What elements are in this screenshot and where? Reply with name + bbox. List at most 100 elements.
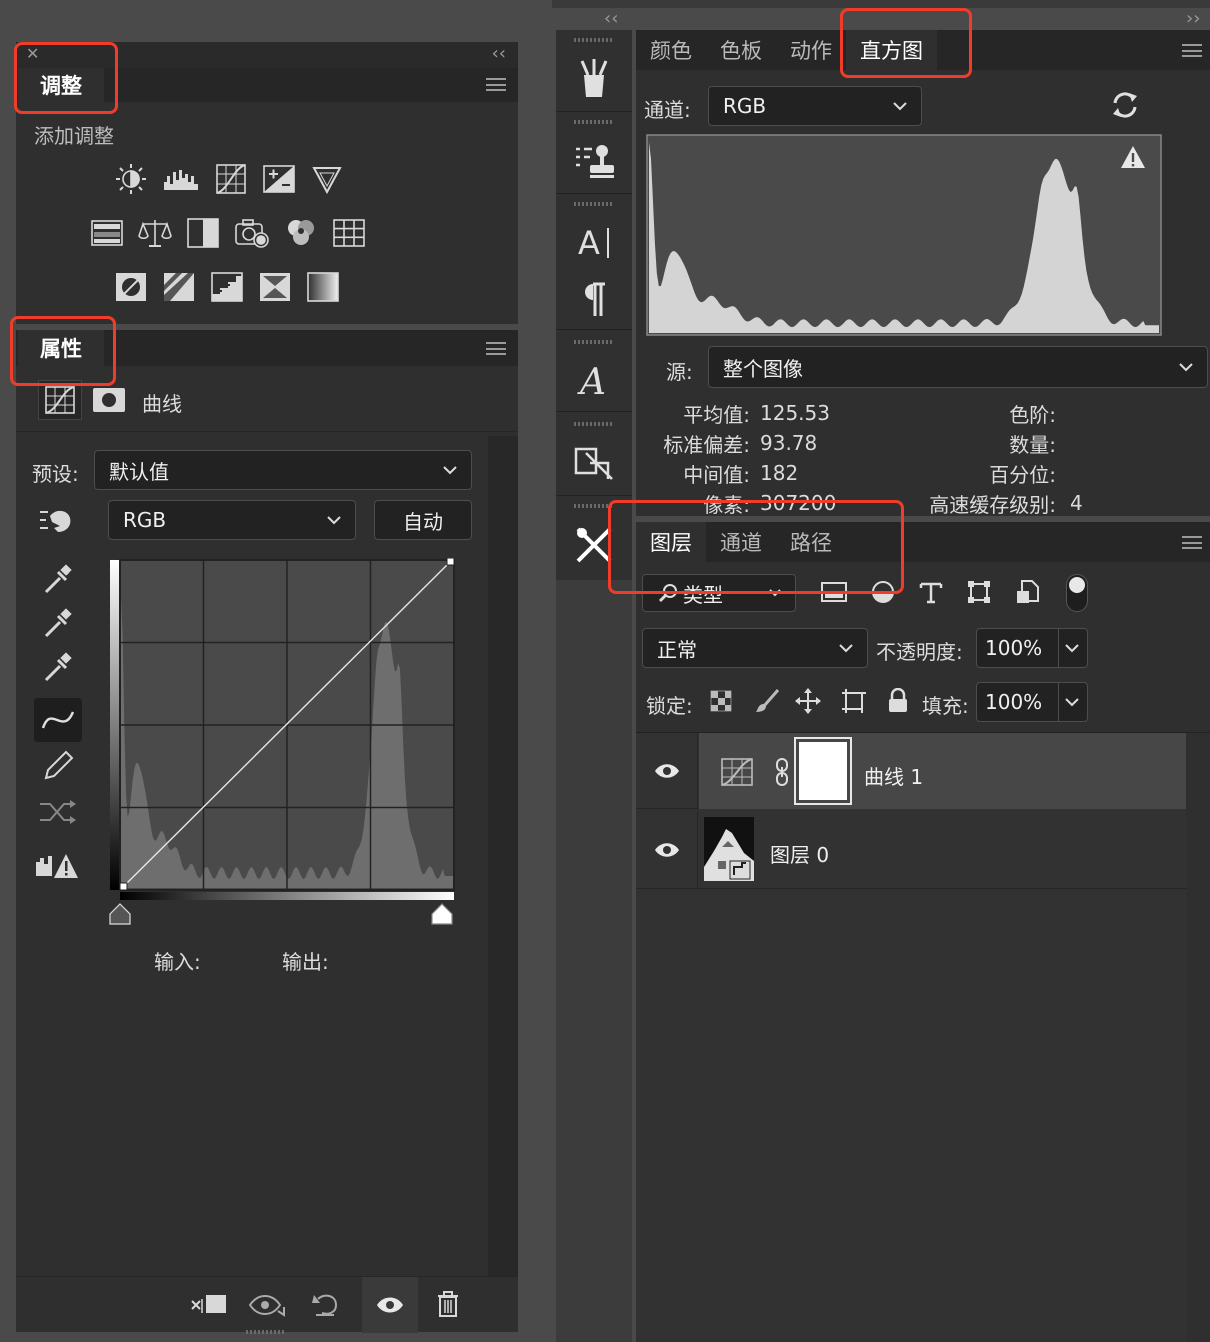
preset-dropdown[interactable]: 默认值: [94, 450, 472, 490]
tab-histogram-group-1[interactable]: 色板: [706, 30, 776, 70]
strip-grip[interactable]: [574, 120, 614, 124]
dock-collapse-right[interactable]: ››: [1186, 8, 1200, 29]
source-dropdown[interactable]: 整个图像: [708, 346, 1208, 388]
panel-grip[interactable]: [246, 1330, 286, 1334]
filter-shape-icon[interactable]: [966, 579, 992, 605]
blend-mode-dropdown[interactable]: 正常: [642, 628, 868, 668]
brush-settings-button[interactable]: [556, 46, 632, 112]
clipping-warning-icon[interactable]: [34, 850, 80, 882]
opacity-stepper[interactable]: [1058, 629, 1079, 667]
reset-icon[interactable]: [310, 1291, 342, 1319]
layer-visibility-cell[interactable]: [636, 733, 698, 809]
white-point-slider[interactable]: [431, 903, 453, 925]
strip-grip[interactable]: [574, 422, 614, 426]
curve-point-white[interactable]: [446, 558, 455, 566]
opacity-field[interactable]: 100%: [976, 628, 1088, 668]
pencil-icon[interactable]: [40, 748, 76, 784]
layer-row-curves[interactable]: 曲线 1: [636, 733, 1186, 809]
color-balance-icon[interactable]: [138, 216, 172, 250]
curves-type-icon[interactable]: [38, 380, 82, 420]
histogram-channel-dropdown[interactable]: RGB: [708, 86, 922, 126]
vibrance-icon[interactable]: [310, 162, 344, 196]
histogram-menu-icon[interactable]: [1182, 44, 1202, 57]
lock-transparency-icon[interactable]: [710, 690, 732, 712]
hue-saturation-icon[interactable]: [90, 216, 124, 250]
fill-field[interactable]: 100%: [976, 682, 1088, 722]
refresh-icon[interactable]: [1110, 90, 1140, 120]
toggle-visibility-button[interactable]: [362, 1277, 418, 1333]
filter-smart-object-icon[interactable]: [1014, 579, 1040, 605]
brightness-contrast-icon[interactable]: [114, 162, 148, 196]
layer-row-image[interactable]: 图层 0: [636, 811, 1186, 889]
chevron-down-icon: [893, 102, 907, 111]
paragraph-button[interactable]: [556, 270, 632, 330]
curves-channel-dropdown[interactable]: RGB: [108, 500, 356, 540]
dock-collapse-left[interactable]: ‹‹: [604, 8, 618, 29]
trash-icon[interactable]: [434, 1289, 462, 1319]
auto-button[interactable]: 自动: [374, 500, 472, 540]
color-lookup-icon[interactable]: [332, 216, 366, 250]
lock-artboard-icon[interactable]: [840, 687, 868, 715]
stat-row: 色阶:: [906, 398, 1206, 428]
adjustments-menu-icon[interactable]: [486, 78, 506, 91]
levels-icon[interactable]: [162, 162, 200, 196]
highlight-properties-tab: [10, 316, 116, 386]
add-adjustment-label: 添加调整: [34, 124, 114, 148]
transform-icon: [574, 447, 613, 480]
lock-pixels-icon[interactable]: [754, 688, 780, 714]
curves-icon[interactable]: [214, 162, 248, 196]
properties-menu-icon[interactable]: [486, 342, 506, 355]
tool-strip: A A: [556, 30, 632, 1342]
strip-grip[interactable]: [574, 38, 614, 42]
chain-link-icon[interactable]: [774, 757, 790, 787]
fill-stepper[interactable]: [1058, 683, 1079, 721]
strip-grip[interactable]: [574, 340, 614, 344]
black-white-icon[interactable]: [186, 216, 220, 250]
collapse-icon[interactable]: ‹‹: [492, 43, 506, 64]
eyedropper-gray-icon[interactable]: [40, 606, 76, 642]
adjustment-icons-row3: [114, 270, 340, 304]
selective-color-icon[interactable]: [258, 270, 292, 304]
chevron-down-icon: [1065, 644, 1079, 653]
clone-stamp-icon: [576, 144, 614, 178]
eyedropper-black-icon[interactable]: [40, 562, 76, 598]
3d-button[interactable]: [556, 430, 632, 496]
layers-scrollbar[interactable]: [1186, 733, 1210, 1342]
eyedropper-white-icon[interactable]: [40, 650, 76, 686]
strip-grip[interactable]: [574, 202, 614, 206]
clip-to-layer-icon[interactable]: [190, 1291, 228, 1319]
tab-histogram-group-2[interactable]: 动作: [776, 30, 846, 70]
black-point-slider[interactable]: [109, 903, 131, 925]
opacity-label: 不透明度:: [876, 640, 963, 664]
mask-icon[interactable]: [92, 387, 126, 413]
lock-all-icon[interactable]: [886, 688, 910, 714]
layers-panel: 类型 正常 不透明度: 100% 锁定: 填充: 100% 曲线 1 图层 0: [636, 562, 1210, 1342]
layer-visibility-cell[interactable]: [636, 811, 698, 889]
glyphs-button[interactable]: A: [556, 348, 632, 412]
channel-mixer-icon[interactable]: [284, 216, 318, 250]
exposure-icon[interactable]: [262, 162, 296, 196]
stat-label: 色阶:: [1009, 402, 1056, 427]
layer-mask-thumbnail[interactable]: [794, 737, 852, 805]
posterize-icon[interactable]: [162, 270, 196, 304]
character-button[interactable]: A: [556, 210, 632, 274]
curves-graph[interactable]: [108, 558, 458, 930]
lock-position-icon[interactable]: [794, 687, 822, 715]
chevron-down-icon: [327, 516, 341, 525]
properties-scrollbar[interactable]: [488, 436, 518, 1276]
filter-type-icon[interactable]: [918, 579, 944, 605]
threshold-icon[interactable]: [210, 270, 244, 304]
tab-histogram-group-0[interactable]: 颜色: [636, 30, 706, 70]
smooth-icon[interactable]: [38, 794, 78, 830]
gradient-map-icon[interactable]: [306, 270, 340, 304]
glyphs-icon: A: [577, 362, 606, 400]
edit-points-button[interactable]: [34, 698, 82, 742]
clone-source-button[interactable]: [556, 128, 632, 194]
invert-icon[interactable]: [114, 270, 148, 304]
view-previous-state-icon[interactable]: [248, 1291, 288, 1319]
curve-point-black[interactable]: [119, 882, 128, 891]
target-adjust-hand-icon[interactable]: [36, 504, 76, 538]
photo-filter-icon[interactable]: [234, 216, 270, 250]
layers-menu-icon[interactable]: [1182, 536, 1202, 549]
filter-toggle[interactable]: [1066, 574, 1088, 612]
